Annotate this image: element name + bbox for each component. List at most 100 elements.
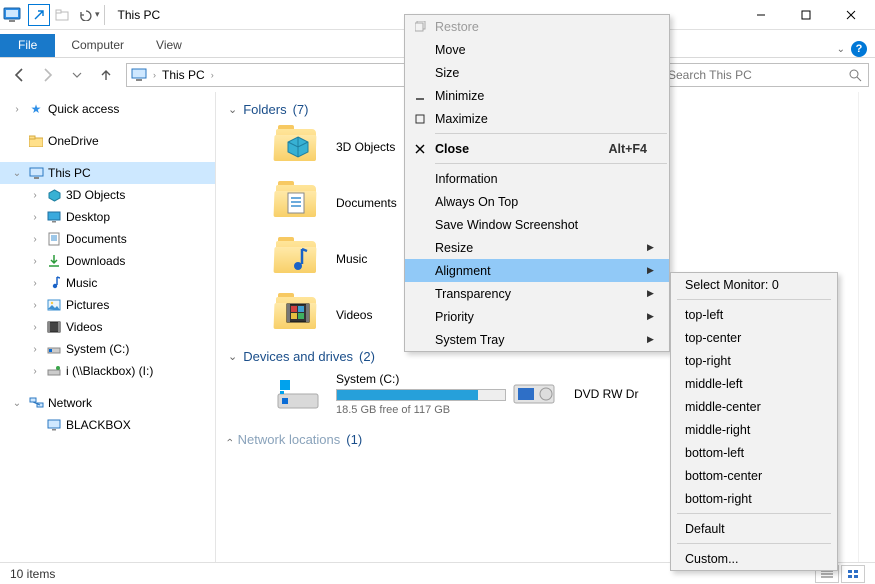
collapse-icon[interactable]: ⌄	[10, 168, 24, 179]
minimize-button[interactable]	[738, 0, 783, 30]
system-icon[interactable]	[2, 5, 22, 25]
menu-always-on-top[interactable]: Always On Top	[405, 190, 669, 213]
up-button[interactable]	[93, 62, 119, 88]
maximize-icon	[405, 114, 435, 124]
submenu-custom[interactable]: Custom...	[671, 547, 837, 570]
breadcrumb[interactable]: This PC	[162, 68, 205, 82]
qat-new-folder-button[interactable]	[51, 4, 73, 26]
tree-label: Videos	[66, 320, 102, 334]
help-icon[interactable]: ?	[851, 41, 867, 57]
tree-onedrive[interactable]: OneDrive	[0, 130, 215, 152]
network-icon	[28, 397, 44, 410]
menu-priority[interactable]: Priority▶	[405, 305, 669, 328]
submenu-top-right[interactable]: top-right	[671, 349, 837, 372]
qat-properties-button[interactable]	[28, 4, 50, 26]
menu-information[interactable]: Information	[405, 167, 669, 190]
chevron-down-icon: ⌄	[228, 350, 237, 363]
tree-pictures[interactable]: › Pictures	[0, 294, 215, 316]
qat-undo-button[interactable]	[74, 4, 96, 26]
group-title: Folders	[243, 102, 286, 117]
tree-3d-objects[interactable]: › 3D Objects	[0, 184, 215, 206]
view-large-icons-button[interactable]	[841, 565, 865, 583]
tree-desktop[interactable]: › Desktop	[0, 206, 215, 228]
submenu-default[interactable]: Default	[671, 517, 837, 540]
search-icon	[849, 69, 862, 82]
tree-videos[interactable]: › Videos	[0, 316, 215, 338]
navigation-pane: › ★ Quick access OneDrive ⌄ This PC › 3D…	[0, 92, 216, 562]
submenu-top-left[interactable]: top-left	[671, 303, 837, 326]
tree-label: Music	[66, 276, 97, 290]
ribbon-collapse-icon[interactable]: ⌄	[837, 44, 845, 55]
tree-label: Documents	[66, 232, 127, 246]
search-box[interactable]: Search This PC	[661, 63, 869, 87]
group-count: (2)	[359, 349, 375, 364]
tree-documents[interactable]: › Documents	[0, 228, 215, 250]
tile-label: Videos	[336, 308, 372, 322]
cube-icon	[46, 189, 62, 202]
submenu-arrow-icon: ▶	[647, 334, 655, 345]
menu-close[interactable]: Close Alt+F4	[405, 137, 669, 160]
tree-label: Downloads	[66, 254, 125, 268]
tree-label: This PC	[48, 166, 91, 180]
tree-music[interactable]: › Music	[0, 272, 215, 294]
tab-view[interactable]: View	[140, 34, 198, 57]
submenu-select-monitor[interactable]: Select Monitor: 0	[671, 273, 837, 296]
menu-restore[interactable]: Restore	[405, 15, 669, 38]
dvd-icon	[508, 374, 560, 414]
submenu-middle-left[interactable]: middle-left	[671, 372, 837, 395]
expand-icon[interactable]: ›	[10, 104, 24, 115]
menu-move[interactable]: Move	[405, 38, 669, 61]
tree-blackbox[interactable]: BLACKBOX	[0, 414, 215, 436]
submenu-top-center[interactable]: top-center	[671, 326, 837, 349]
tree-label: i (\\Blackbox) (I:)	[66, 364, 153, 378]
group-count: (1)	[346, 432, 362, 447]
tree-downloads[interactable]: › Downloads	[0, 250, 215, 272]
tab-computer[interactable]: Computer	[55, 34, 140, 57]
tree-label: Pictures	[66, 298, 109, 312]
chevron-down-icon: ⌄	[228, 103, 237, 116]
submenu-middle-center[interactable]: middle-center	[671, 395, 837, 418]
menu-minimize[interactable]: Minimize	[405, 84, 669, 107]
drive-dvd[interactable]: DVD RW Dr	[508, 372, 638, 416]
menu-system-tray[interactable]: System Tray▶	[405, 328, 669, 351]
dvd-name: DVD RW Dr	[574, 387, 638, 401]
tree-system-c[interactable]: › System (C:)	[0, 338, 215, 360]
drive-system-c[interactable]: System (C:) 18.5 GB free of 117 GB	[228, 372, 478, 416]
tree-label: Desktop	[66, 210, 110, 224]
close-button[interactable]	[828, 0, 873, 30]
group-count: (7)	[293, 102, 309, 117]
back-button[interactable]	[6, 62, 32, 88]
tile-label: 3D Objects	[336, 140, 395, 154]
folder-icon	[274, 125, 322, 169]
submenu-bottom-left[interactable]: bottom-left	[671, 441, 837, 464]
folder-icon	[274, 181, 322, 225]
music-icon	[46, 276, 62, 290]
pictures-icon	[46, 299, 62, 311]
recent-locations-button[interactable]	[64, 62, 90, 88]
menu-accelerator: Alt+F4	[608, 142, 655, 156]
tile-label: Documents	[336, 196, 397, 210]
submenu-middle-right[interactable]: middle-right	[671, 418, 837, 441]
collapse-icon[interactable]: ⌄	[10, 398, 24, 409]
menu-transparency[interactable]: Transparency▶	[405, 282, 669, 305]
menu-save-screenshot[interactable]: Save Window Screenshot	[405, 213, 669, 236]
drive-icon	[46, 343, 62, 355]
maximize-button[interactable]	[783, 0, 828, 30]
submenu-bottom-right[interactable]: bottom-right	[671, 487, 837, 510]
tree-label: BLACKBOX	[66, 418, 131, 432]
tree-this-pc[interactable]: ⌄ This PC	[0, 162, 215, 184]
network-drive-icon	[46, 365, 62, 377]
forward-button[interactable]	[35, 62, 61, 88]
tree-network[interactable]: ⌄ Network	[0, 392, 215, 414]
menu-alignment[interactable]: Alignment▶	[405, 259, 669, 282]
menu-size[interactable]: Size	[405, 61, 669, 84]
submenu-arrow-icon: ▶	[647, 311, 655, 322]
menu-resize[interactable]: Resize▶	[405, 236, 669, 259]
drive-free-text: 18.5 GB free of 117 GB	[336, 404, 506, 416]
menu-maximize[interactable]: Maximize	[405, 107, 669, 130]
submenu-bottom-center[interactable]: bottom-center	[671, 464, 837, 487]
tree-network-drive[interactable]: › i (\\Blackbox) (I:)	[0, 360, 215, 382]
file-tab[interactable]: File	[0, 34, 55, 57]
tree-quick-access[interactable]: › ★ Quick access	[0, 98, 215, 120]
scrollbar[interactable]	[858, 92, 875, 562]
